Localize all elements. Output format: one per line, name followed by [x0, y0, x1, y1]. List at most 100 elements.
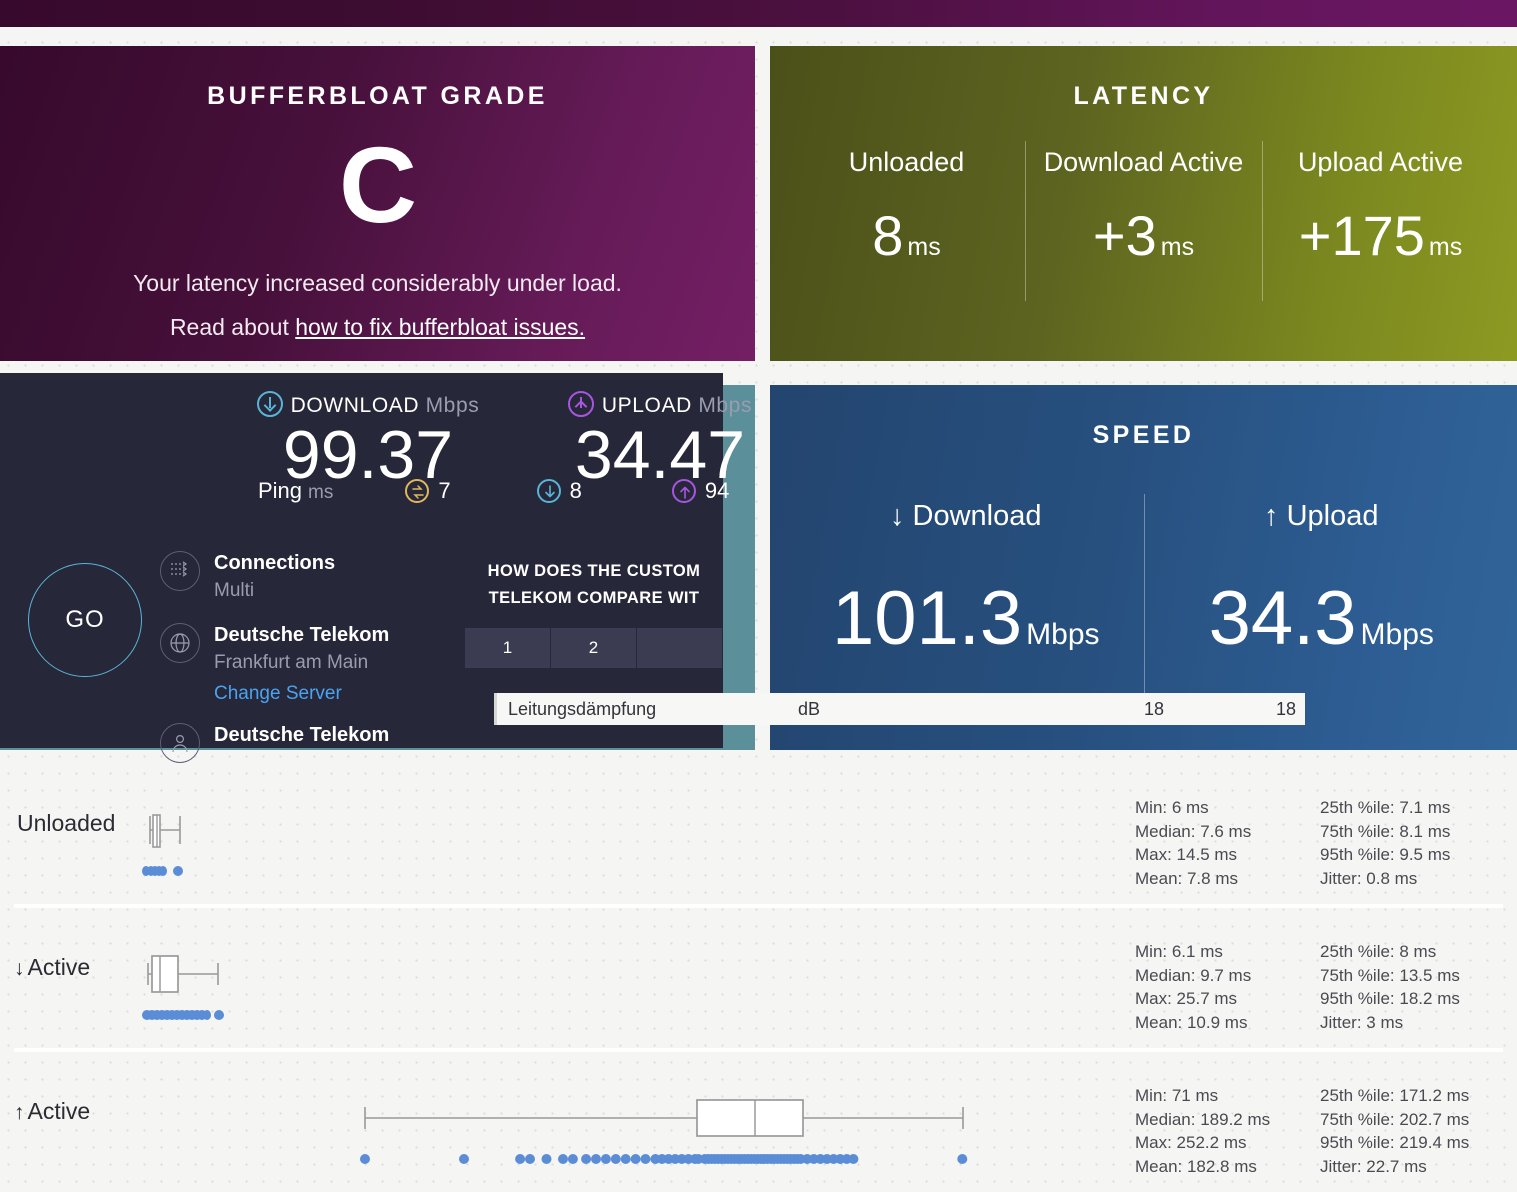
speedtest-upload-heading: UPLOAD Mbps: [470, 391, 850, 418]
speedtest-download-label: DOWNLOAD: [290, 394, 420, 417]
connections-icon: [160, 551, 200, 591]
speed-metrics: ↓ Download 101.3 Mbps ↑ Upload 34.3 Mbps: [770, 494, 1517, 713]
stat-col-a-unloaded: Min: 6 ms Median: 7.6 ms Max: 14.5 ms Me…: [1135, 796, 1320, 890]
stat-p95-unloaded: 95th %ile: 9.5 ms: [1320, 845, 1451, 864]
go-button[interactable]: GO: [28, 563, 142, 677]
download-arrow-icon: [256, 391, 283, 417]
latency-card: LATENCY Unloaded 8 ms Download Active +3 m…: [770, 46, 1517, 361]
stat-p95-upload-active: 95th %ile: 219.4 ms: [1320, 1133, 1470, 1152]
stat-mean-download-active: Mean: 10.9 ms: [1135, 1012, 1248, 1032]
isp-row[interactable]: Deutsche Telekom: [160, 723, 390, 763]
isp-title: Deutsche Telekom: [214, 724, 390, 746]
stat-median-download-active: Median: 9.7 ms: [1135, 965, 1252, 985]
latency-download-active-label: Download Active: [1043, 147, 1244, 177]
boxplot-unloaded: [0, 788, 1090, 898]
stat-col-a-download-active: Min: 6.1 ms Median: 9.7 ms Max: 25.7 ms …: [1135, 940, 1320, 1034]
stat-numbers-download-active: Min: 6.1 ms Median: 9.7 ms Max: 25.7 ms …: [1135, 940, 1460, 1034]
latency-upload-active-value: +175 ms: [1262, 208, 1499, 275]
stat-col-b-upload-active: 25th %ile: 171.2 ms 75th %ile: 202.7 ms …: [1320, 1084, 1469, 1178]
speedtest-upload-block: UPLOAD Mbps 34.47: [470, 391, 850, 490]
speed-upload: ↑ Upload 34.3 Mbps: [1143, 494, 1500, 713]
speed-download-number: 101.3: [831, 576, 1023, 661]
speedtest-jitter-value: 7: [438, 478, 451, 503]
stat-jitter-unloaded: Jitter: 0.8 ms: [1320, 868, 1418, 888]
stat-max-upload-active: Max: 252.2 ms: [1135, 1133, 1247, 1152]
speed-title: SPEED: [1092, 421, 1195, 449]
latency-upload-active-label: Upload Active: [1297, 147, 1464, 177]
change-server-link[interactable]: Change Server: [214, 679, 389, 709]
latency-title: LATENCY: [1073, 82, 1214, 110]
survey-option-2[interactable]: 2: [551, 628, 637, 668]
stat-min-upload-active: Min: 71 ms: [1135, 1086, 1219, 1105]
survey-title-line1: HOW DOES THE CUSTOM: [487, 562, 701, 580]
boxplot-upload-active: [0, 1076, 1090, 1186]
stat-col-a-upload-active: Min: 71 ms Median: 189.2 ms Max: 252.2 m…: [1135, 1084, 1320, 1178]
speed-upload-unit: Mbps: [1360, 618, 1434, 651]
stat-max-download-active: Max: 25.7 ms: [1135, 989, 1238, 1008]
latency-upload-active-number: +175: [1298, 204, 1425, 267]
speedtest-ping-label: Ping: [258, 478, 303, 503]
speed-download-label: ↓ Download: [889, 500, 1042, 532]
speed-download-unit: Mbps: [1026, 618, 1100, 651]
stat-median-unloaded: Median: 7.6 ms: [1135, 821, 1252, 841]
line-attenuation-row[interactable]: Leitungsdämpfung dB 18 18: [494, 693, 1305, 725]
speed-download-value: 101.3 Mbps: [788, 581, 1144, 673]
top-gradient-strip: [0, 0, 1517, 27]
stat-p95-download-active: 95th %ile: 18.2 ms: [1320, 989, 1460, 1008]
user-icon: [160, 723, 200, 763]
stat-jitter-upload-active: Jitter: 22.7 ms: [1320, 1156, 1427, 1176]
fix-bufferbloat-link[interactable]: how to fix bufferbloat issues.: [295, 314, 585, 340]
stat-p25-upload-active: 25th %ile: 171.2 ms: [1320, 1086, 1470, 1105]
speed-upload-number: 34.3: [1208, 576, 1357, 661]
line-attenuation-label: Leitungsdämpfung: [508, 698, 657, 719]
server-title: Deutsche Telekom: [214, 624, 390, 646]
stat-p75-unloaded: 75th %ile: 8.1 ms: [1320, 821, 1451, 841]
stat-max-unloaded: Max: 14.5 ms: [1135, 845, 1238, 864]
speedtest-ping-unit: ms: [308, 482, 334, 503]
latency-unloaded-value: 8 ms: [788, 208, 1025, 275]
stat-mean-unloaded: Mean: 7.8 ms: [1135, 868, 1238, 888]
survey-panel: HOW DOES THE CUSTOM TELEKOM COMPARE WIT …: [465, 558, 723, 710]
boxplot-download-active: [0, 932, 1090, 1042]
latency-statistics-section: Unloaded Min: 6 ms Median: 7.6 ms Max: 1…: [0, 760, 1517, 1185]
latency-download-active-number: +3: [1092, 204, 1157, 267]
survey-option-1[interactable]: 1: [465, 628, 551, 668]
line-attenuation-value-2: 18: [1275, 698, 1296, 719]
latency-download-active-value: +3 ms: [1025, 208, 1262, 275]
stat-min-download-active: Min: 6.1 ms: [1135, 942, 1223, 961]
latency-upload-active: Upload Active +175 ms: [1262, 141, 1499, 301]
latency-download-active: Download Active +3 ms: [1025, 141, 1262, 301]
stat-p25-unloaded: 25th %ile: 7.1 ms: [1320, 798, 1451, 817]
speedtest-jitter-item: 7: [405, 478, 451, 504]
stat-median-upload-active: Median: 189.2 ms: [1135, 1109, 1271, 1129]
speedtest-overlay-window: DOWNLOAD Mbps 99.37 UPLOAD Mbps 34.47 Pi…: [0, 373, 751, 763]
stat-divider-2: [14, 1048, 1503, 1052]
bufferbloat-grade-description: Your latency increased considerably unde…: [133, 270, 622, 296]
latency-unloaded-unit: ms: [907, 233, 941, 261]
line-attenuation-unit: dB: [798, 698, 821, 719]
speed-upload-label: ↑ Upload: [1264, 500, 1379, 532]
stat-row-unloaded: Unloaded Min: 6 ms Median: 7.6 ms Max: 1…: [0, 760, 1517, 904]
stat-p75-download-active: 75th %ile: 13.5 ms: [1320, 965, 1460, 985]
speed-download: ↓ Download 101.3 Mbps: [788, 494, 1144, 713]
speedtest-upload-label: UPLOAD: [601, 394, 692, 417]
latency-metrics: Unloaded 8 ms Download Active +3 ms Upload…: [770, 141, 1517, 301]
latency-unloaded: Unloaded 8 ms: [788, 141, 1025, 301]
speedtest-ping-upload-item: 94: [671, 478, 729, 504]
stat-row-upload-active: ↑ Active Min: 71 ms Median: 189.2 ms Max:…: [0, 1048, 1517, 1192]
stat-divider-1: [14, 904, 1503, 908]
server-row[interactable]: Deutsche Telekom Frankfurt am Main Chang…: [160, 623, 389, 709]
latency-unloaded-number: 8: [872, 204, 904, 267]
latency-upload-active-unit: ms: [1428, 233, 1463, 261]
stat-p75-upload-active: 75th %ile: 202.7 ms: [1320, 1109, 1470, 1129]
bufferbloat-grade-readabout: Read about how to fix bufferbloat issues…: [0, 305, 755, 349]
speedtest-ping-row: Ping ms 7 8 94: [0, 478, 729, 504]
connections-title: Connections: [214, 552, 336, 574]
survey-option-3[interactable]: [637, 628, 723, 668]
bufferbloat-grade-letter: C: [339, 124, 417, 245]
server-city: Frankfurt am Main: [214, 652, 369, 673]
connections-row[interactable]: Connections Multi: [160, 551, 335, 607]
globe-icon: [160, 623, 200, 663]
survey-scale: 1 2: [465, 628, 723, 668]
stat-numbers-unloaded: Min: 6 ms Median: 7.6 ms Max: 14.5 ms Me…: [1135, 796, 1450, 890]
